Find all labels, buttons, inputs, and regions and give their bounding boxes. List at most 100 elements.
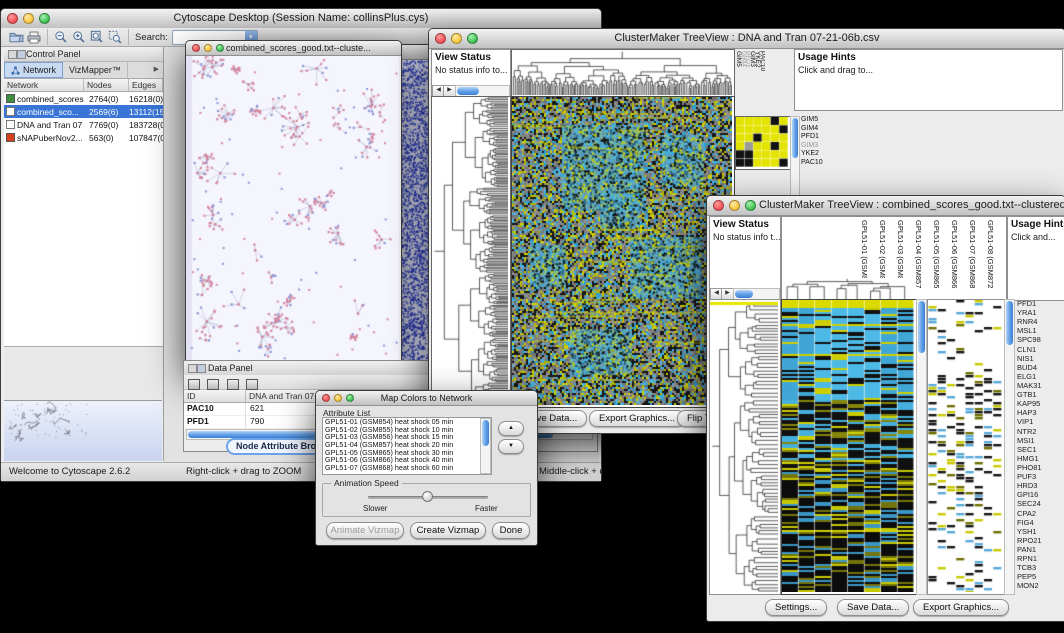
treeview-scores-window[interactable]: ClusterMaker TreeView : combined_scores_…: [706, 195, 1064, 622]
usage-hints-title: Usage Hints: [1011, 219, 1064, 230]
panel-dock-icon[interactable]: [17, 50, 26, 59]
attribute-delete-icon[interactable]: [227, 379, 239, 390]
array-column-label: GPL51-08 (GSM872: [986, 220, 995, 288]
panel-float-icon[interactable]: [8, 50, 17, 59]
network-window-titlebar[interactable]: combined_scores_good.txt--cluste...: [186, 41, 401, 56]
zoom-heatmap-vscroll[interactable]: [1004, 299, 1015, 595]
row-dendrogram-panel[interactable]: [431, 96, 511, 408]
maximize-icon[interactable]: [346, 394, 354, 402]
close-icon[interactable]: [713, 200, 724, 211]
tab-vizmapper-label: VizMapper™: [69, 63, 121, 78]
done-label: Done: [500, 525, 523, 536]
zoom-column-labels: GIM5GIM4PFD1GIM3YKE2PAC10: [735, 49, 765, 113]
zoom-region-icon[interactable]: [106, 29, 124, 46]
zoom-in-icon[interactable]: [70, 29, 88, 46]
network-list-row[interactable]: combined_sco...2569(6)13112(15): [4, 105, 163, 118]
tab-vizmapper[interactable]: VizMapper™: [63, 62, 128, 78]
settings-button[interactable]: Settings...: [765, 599, 827, 616]
maximize-icon[interactable]: [39, 13, 50, 24]
minimize-icon[interactable]: [451, 33, 462, 44]
column-edges[interactable]: Edges: [129, 79, 163, 91]
minimize-icon[interactable]: [23, 13, 34, 24]
control-panel-header[interactable]: Control Panel: [4, 47, 163, 62]
global-heatmap-panel[interactable]: [511, 96, 735, 408]
gene-label: CLN1: [1017, 345, 1063, 354]
treeview-scores-titlebar[interactable]: ClusterMaker TreeView : combined_scores_…: [707, 196, 1064, 216]
export-graphics-button[interactable]: Export Graphics...: [913, 599, 1009, 616]
main-titlebar[interactable]: Cytoscape Desktop (Session Name: collins…: [1, 9, 601, 29]
settings-label: Settings...: [775, 602, 817, 613]
array-column-label: GPL51-05 (GSM865: [932, 220, 941, 288]
move-up-button[interactable]: ▲: [498, 421, 524, 436]
attribute-list-item[interactable]: GPL51-03 (GSM856) heat shock 15 min: [323, 433, 482, 441]
network-canvas[interactable]: [186, 56, 399, 366]
zoom-heatmap-panel[interactable]: [735, 116, 791, 170]
map-colors-dialog[interactable]: Map Colors to Network Attribute List GPL…: [315, 390, 538, 546]
close-icon[interactable]: [7, 13, 18, 24]
save-data-button[interactable]: Save Data...: [837, 599, 909, 616]
column-dendrogram[interactable]: [782, 278, 912, 300]
attribute-list-item[interactable]: GPL51-05 (GSM865) heat shock 30 min: [323, 449, 482, 457]
network-list-row[interactable]: combined_scores2764(0)16218(0): [4, 92, 163, 105]
zoom-row-label: GIM4: [801, 125, 841, 134]
attribute-list-item[interactable]: GPL51-07 (GSM868) heat shock 60 min: [323, 464, 482, 472]
close-icon[interactable]: [322, 394, 330, 402]
tab-network[interactable]: Network: [4, 62, 63, 78]
attribute-list[interactable]: GPL51-01 (GSM854) heat shock 05 minGPL51…: [322, 417, 492, 475]
attribute-list-item[interactable]: GPL51-02 (GSM855) heat shock 10 min: [323, 426, 482, 434]
zoom-heatmap-panel[interactable]: [927, 299, 1005, 595]
attribute-select-icon[interactable]: [188, 379, 200, 390]
gene-label: HRD3: [1017, 481, 1063, 490]
done-button[interactable]: Done: [492, 522, 530, 539]
gene-label: HMG1: [1017, 454, 1063, 463]
zoom-fit-icon[interactable]: [88, 29, 106, 46]
open-folder-icon[interactable]: [7, 29, 25, 46]
panel-dock-icon[interactable]: [197, 364, 206, 373]
minimize-icon[interactable]: [334, 394, 342, 402]
column-nodes[interactable]: Nodes: [84, 79, 129, 91]
create-vizmap-button[interactable]: Create Vizmap: [410, 522, 486, 539]
maximize-icon[interactable]: [467, 33, 478, 44]
attribute-list-item[interactable]: GPL51-04 (GSM857) heat shock 20 min: [323, 441, 482, 449]
attribute-list-item[interactable]: GPL51-06 (GSM866) heat shock 40 min: [323, 456, 482, 464]
save-data-label: Save Data...: [847, 602, 899, 613]
zoom-out-icon[interactable]: [52, 29, 70, 46]
usage-hints-panel: Usage Hints Click and...: [1007, 216, 1064, 301]
array-column-label: GPL51-07 (GSM868: [968, 220, 977, 288]
panel-float-icon[interactable]: [188, 364, 197, 373]
export-graphics-button[interactable]: Export Graphics...: [589, 410, 685, 427]
network-list-row[interactable]: DNA and Tran 077769(0)183728(0): [4, 118, 163, 131]
network-list-row[interactable]: sNAPuberNov2...563(0)107847(0): [4, 131, 163, 144]
slider-thumb[interactable]: [422, 491, 433, 502]
attribute-list-item[interactable]: GPL51-01 (GSM854) heat shock 05 min: [323, 418, 482, 426]
network-view-window[interactable]: combined_scores_good.txt--cluste...: [185, 40, 402, 368]
dialog-titlebar[interactable]: Map Colors to Network: [316, 391, 537, 406]
gene-label: GTB1: [1017, 390, 1063, 399]
attribute-function-icon[interactable]: [246, 379, 258, 390]
maximize-icon[interactable]: [745, 200, 756, 211]
network-overview-canvas[interactable]: [4, 401, 162, 461]
minimize-icon[interactable]: [204, 44, 212, 52]
attribute-create-icon[interactable]: [207, 379, 219, 390]
close-icon[interactable]: [435, 33, 446, 44]
gene-label: MSL1: [1017, 326, 1063, 335]
data-panel-title: Data Panel: [208, 363, 253, 373]
maximize-icon[interactable]: [216, 44, 224, 52]
row-dendrogram-panel[interactable]: [709, 299, 781, 595]
animate-vizmap-button[interactable]: Animate Vizmap: [326, 522, 404, 539]
network-table-header: Network Nodes Edges: [4, 79, 163, 92]
minimize-icon[interactable]: [729, 200, 740, 211]
column-id[interactable]: ID: [184, 390, 246, 402]
tab-overflow-icon[interactable]: ▶: [150, 62, 163, 78]
attribute-list-vscroll[interactable]: [480, 418, 491, 474]
gene-label: PAN1: [1017, 545, 1063, 554]
gene-label: MAK31: [1017, 381, 1063, 390]
column-network[interactable]: Network: [4, 79, 84, 91]
column-dendrogram-panel[interactable]: [511, 49, 735, 98]
close-icon[interactable]: [192, 44, 200, 52]
global-heatmap-panel[interactable]: [781, 299, 917, 595]
treeview-dna-titlebar[interactable]: ClusterMaker TreeView : DNA and Tran 07-…: [429, 29, 1064, 49]
printer-icon[interactable]: [25, 29, 43, 46]
global-heatmap-vscroll[interactable]: [916, 299, 927, 595]
move-down-button[interactable]: ▼: [498, 439, 524, 454]
